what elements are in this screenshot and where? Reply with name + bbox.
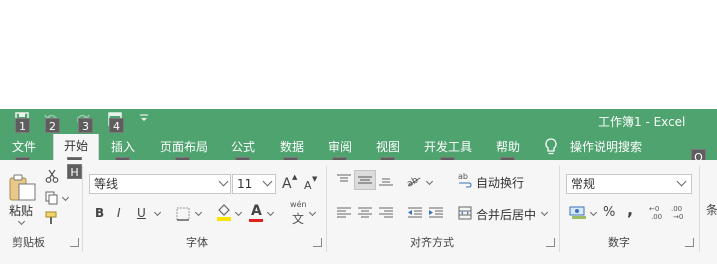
merge-center-dropdown-icon[interactable]: [540, 208, 549, 217]
font-launcher-icon[interactable]: [313, 238, 322, 247]
number-format-select[interactable]: 常规: [566, 174, 692, 194]
increase-indent-icon[interactable]: [428, 205, 444, 219]
copy-icon[interactable]: [45, 190, 59, 205]
svg-text:→0: →0: [673, 213, 683, 221]
tab-review[interactable]: 审阅: [328, 138, 352, 155]
group-divider: [82, 166, 83, 252]
paste-icon[interactable]: [8, 174, 38, 202]
phonetic-char-label: 文: [292, 212, 305, 226]
increase-decimal-icon[interactable]: ←0.00: [649, 203, 667, 221]
keytip-format: H: [67, 164, 82, 179]
tab-developer[interactable]: 开发工具: [424, 138, 472, 155]
underline-dropdown-icon[interactable]: [153, 208, 162, 217]
phonetic-dropdown-icon[interactable]: [308, 208, 317, 217]
percent-style-button[interactable]: %: [603, 205, 615, 221]
phonetic-guide-button[interactable]: wén: [290, 200, 307, 209]
number-group-label: 数字: [608, 236, 630, 249]
align-top-icon[interactable]: [336, 172, 352, 186]
bold-button[interactable]: B: [95, 205, 104, 221]
comma-style-button[interactable]: ,: [627, 202, 633, 218]
group-divider: [699, 166, 700, 252]
merge-center-icon[interactable]: [458, 205, 472, 220]
font-color-swatch: [249, 219, 263, 222]
decrease-decimal-icon[interactable]: .00 →0: [671, 203, 689, 221]
align-left-icon[interactable]: [336, 205, 352, 219]
tab-page-layout[interactable]: 页面布局: [160, 138, 208, 155]
border-icon[interactable]: [176, 206, 190, 221]
accounting-dropdown-icon[interactable]: [589, 208, 598, 217]
align-middle-button[interactable]: [354, 170, 376, 190]
format-painter-icon[interactable]: [45, 210, 61, 224]
orientation-icon[interactable]: ab: [405, 172, 423, 189]
orientation-dropdown-icon[interactable]: [425, 177, 434, 186]
clipboard-group-label: 剪贴板: [12, 236, 45, 249]
title-bar: 工作簿1 - Excel: [0, 109, 717, 134]
align-center-icon[interactable]: [357, 205, 373, 219]
keytip-qat-redo: 3: [78, 118, 93, 133]
merge-center-button[interactable]: 合并后居中: [476, 206, 536, 223]
font-group-label: 字体: [186, 236, 208, 249]
tab-insert[interactable]: 插入: [111, 138, 135, 155]
alignment-launcher-icon[interactable]: [546, 238, 555, 247]
increase-font-size-button[interactable]: A: [282, 176, 292, 192]
keytip-qat-undo: 2: [45, 118, 60, 133]
align-right-icon[interactable]: [378, 205, 394, 219]
fill-color-dropdown-icon[interactable]: [234, 208, 243, 217]
alignment-group-label: 对齐方式: [410, 236, 454, 249]
group-divider: [559, 166, 560, 252]
underline-button[interactable]: U: [137, 205, 146, 221]
wrap-text-button[interactable]: 自动换行: [476, 174, 524, 191]
svg-text:ab: ab: [458, 172, 468, 181]
fill-color-icon[interactable]: [216, 204, 232, 222]
decrease-font-size-button[interactable]: A: [304, 178, 312, 194]
paste-button[interactable]: 粘贴: [9, 202, 33, 219]
ribbon-tabs: 文件 开始 插入 页面布局 公式 数据 审阅 视图 开发工具 帮助 操作说明搜索: [0, 134, 717, 160]
tell-me-search[interactable]: 操作说明搜索: [570, 138, 642, 155]
tab-file[interactable]: 文件: [12, 138, 36, 155]
svg-text:.00: .00: [671, 205, 682, 213]
align-bottom-icon[interactable]: [378, 172, 394, 186]
svg-text:ab: ab: [405, 175, 420, 188]
keytip-qat-save: 1: [15, 118, 30, 133]
tab-formulas[interactable]: 公式: [231, 138, 255, 155]
svg-text:←0: ←0: [649, 205, 659, 213]
group-divider: [326, 166, 327, 252]
font-color-button[interactable]: A: [251, 203, 262, 219]
cut-icon[interactable]: [45, 168, 59, 183]
tab-help[interactable]: 帮助: [496, 138, 520, 155]
tab-view[interactable]: 视图: [376, 138, 400, 155]
workbook-title: 工作簿1 - Excel: [598, 115, 686, 129]
border-dropdown-icon[interactable]: [194, 208, 203, 217]
copy-dropdown-icon[interactable]: [61, 193, 70, 202]
increase-arrow-icon: ▲: [292, 173, 298, 181]
clipboard-launcher-icon[interactable]: [70, 238, 79, 247]
accounting-format-icon[interactable]: [569, 204, 587, 220]
conditional-format-cutoff[interactable]: 条: [706, 201, 717, 218]
number-launcher-icon[interactable]: [685, 238, 694, 247]
decrease-indent-icon[interactable]: [407, 205, 423, 219]
wrap-text-icon[interactable]: ab: [458, 172, 472, 188]
ribbon-home: 粘贴 H 剪贴板 等线 11 A ▲ A ▼ B I U A wén 文 字体: [0, 160, 717, 264]
lightbulb-icon: [544, 138, 558, 156]
paste-dropdown-icon[interactable]: [17, 217, 26, 226]
font-color-dropdown-icon[interactable]: [266, 208, 275, 217]
font-name-select[interactable]: 等线: [89, 174, 231, 194]
italic-button[interactable]: I: [117, 205, 121, 221]
customize-qat-icon[interactable]: [137, 112, 151, 126]
tab-data[interactable]: 数据: [280, 138, 304, 155]
svg-text:.00: .00: [651, 213, 662, 221]
keytip-qat-form: 4: [109, 118, 124, 133]
decrease-arrow-icon: ▼: [312, 175, 318, 183]
